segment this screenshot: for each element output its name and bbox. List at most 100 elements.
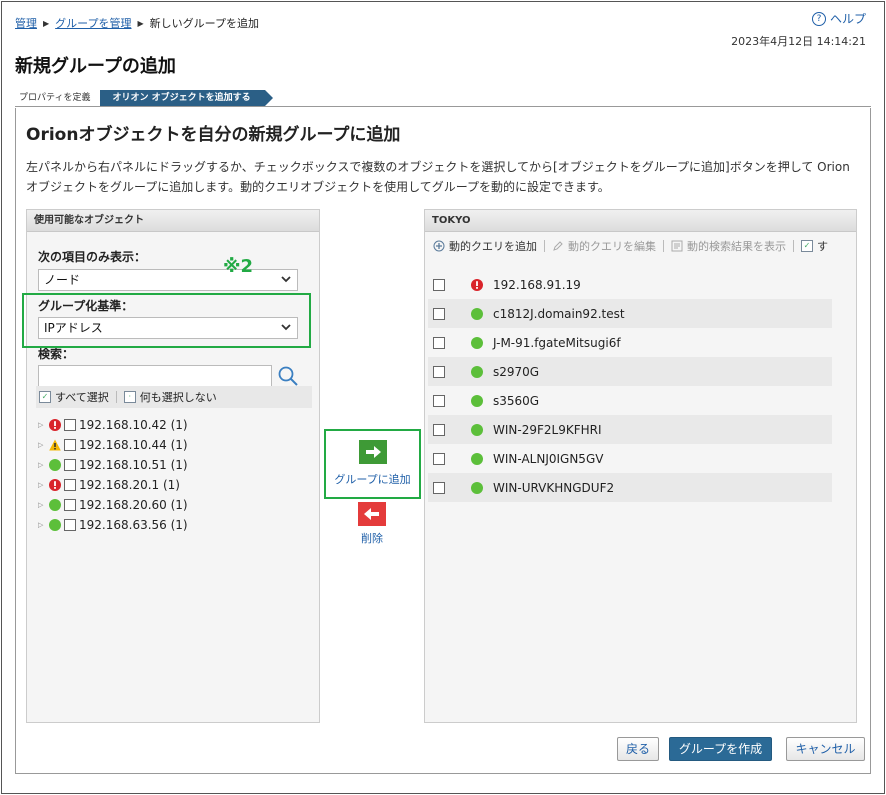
status-up-icon — [49, 499, 61, 511]
member-checkbox[interactable] — [433, 394, 445, 407]
group-member-list: 192.168.91.19 c1812J.domain92.test J-M-9… — [428, 270, 832, 502]
expand-arrow-icon[interactable]: ▷ — [38, 481, 46, 489]
wizard-steps: プロパティを定義 オリオン オブジェクトを追加する — [15, 90, 273, 106]
member-label: WIN-ALNJ0IGN5GV — [493, 451, 604, 466]
toolbar-divider — [793, 240, 794, 252]
delete-label: 削除 — [361, 532, 383, 545]
edit-dynamic-query-button[interactable]: 動的クエリを編集 — [568, 238, 656, 254]
tree-node-label: 192.168.10.44 (1) — [79, 438, 188, 452]
tree-checkbox[interactable] — [64, 479, 76, 491]
show-only-value: ノード — [44, 273, 81, 287]
list-item[interactable]: s2970G — [428, 357, 832, 386]
breadcrumb-admin-link[interactable]: 管理 — [15, 15, 37, 31]
create-group-button[interactable]: グループを作成 — [669, 737, 772, 761]
add-dynamic-query-button[interactable]: 動的クエリを追加 — [449, 238, 537, 254]
status-up-icon — [471, 423, 483, 436]
toolbar-divider — [115, 391, 117, 403]
member-checkbox[interactable] — [433, 278, 445, 291]
status-error-icon — [49, 419, 61, 431]
tree-node[interactable]: ▷ 192.168.20.60 (1) — [38, 495, 308, 515]
show-only-select[interactable]: ノード — [38, 269, 298, 291]
expand-arrow-icon[interactable]: ▷ — [38, 521, 46, 529]
member-label: s3560G — [493, 393, 540, 408]
available-objects-panel: 使用可能なオブジェクト 次の項目のみ表示： ノード グループ化基準： IPアドレ… — [26, 209, 320, 723]
member-checkbox[interactable] — [433, 423, 445, 436]
toolbar-divider — [544, 240, 545, 252]
member-label: WIN-29F2L9KFHRI — [493, 422, 602, 437]
add-to-group-button[interactable]: グループに追加 — [324, 429, 421, 499]
toolbar-truncated-item[interactable]: す — [817, 238, 828, 254]
section-title: Orionオブジェクトを自分の新規グループに追加 — [26, 125, 401, 145]
expand-arrow-icon[interactable]: ▷ — [38, 501, 46, 509]
tree-checkbox[interactable] — [64, 459, 76, 471]
back-button[interactable]: 戻る — [617, 737, 659, 761]
tree-node-label: 192.168.20.1 (1) — [79, 478, 180, 492]
help-link[interactable]: ? ヘルプ — [811, 10, 866, 27]
tree-node[interactable]: ▷ 192.168.10.42 (1) — [38, 415, 308, 435]
pencil-icon — [553, 241, 563, 251]
help-label: ヘルプ — [829, 12, 866, 26]
status-up-icon — [471, 452, 483, 465]
add-to-group-label: グループに追加 — [334, 473, 411, 486]
tree-checkbox[interactable] — [64, 519, 76, 531]
dynamic-query-toolbar: 動的クエリを追加 動的クエリを編集 動的検索結果を表示 ✓ す — [425, 232, 856, 260]
search-input[interactable] — [38, 365, 272, 387]
list-item[interactable]: J-M-91.fgateMitsugi6f — [428, 328, 832, 357]
selection-toolbar: ✓ すべて選択 · 何も選択しない — [36, 386, 312, 408]
member-checkbox[interactable] — [433, 452, 445, 465]
list-item[interactable]: c1812J.domain92.test — [428, 299, 832, 328]
tree-node-label: 192.168.10.51 (1) — [79, 458, 188, 472]
tree-checkbox[interactable] — [64, 499, 76, 511]
list-item[interactable]: WIN-ALNJ0IGN5GV — [428, 444, 832, 473]
select-none-link[interactable]: 何も選択しない — [140, 389, 217, 405]
member-checkbox[interactable] — [433, 481, 445, 494]
tree-node-label: 192.168.10.42 (1) — [79, 418, 188, 432]
tree-node[interactable]: ▷ 192.168.10.51 (1) — [38, 455, 308, 475]
status-up-icon — [471, 307, 483, 320]
tree-node-label: 192.168.63.56 (1) — [79, 518, 188, 532]
breadcrumb: 管理 ▶ グループを管理 ▶ 新しいグループを追加 — [15, 15, 259, 31]
delete-button[interactable]: 削除 — [355, 502, 389, 548]
tree-node[interactable]: ▷ 192.168.20.1 (1) — [38, 475, 308, 495]
status-up-icon — [471, 365, 483, 378]
group-by-highlight — [22, 293, 311, 348]
tree-node[interactable]: ▷ 192.168.63.56 (1) — [38, 515, 308, 535]
status-up-icon — [49, 459, 61, 471]
cancel-button[interactable]: キャンセル — [786, 737, 865, 761]
select-none-icon: · — [123, 391, 136, 403]
group-name-header: TOKYO — [425, 210, 856, 232]
chevron-down-icon — [281, 276, 291, 283]
tree-checkbox[interactable] — [64, 439, 76, 451]
member-label: s2970G — [493, 364, 540, 379]
annotation-mark: ※2 — [223, 256, 254, 277]
expand-arrow-icon[interactable]: ▷ — [38, 461, 46, 469]
wizard-divider — [15, 106, 871, 107]
expand-arrow-icon[interactable]: ▷ — [38, 421, 46, 429]
list-item[interactable]: WIN-29F2L9KFHRI — [428, 415, 832, 444]
tree-node[interactable]: ▷ 192.168.10.44 (1) — [38, 435, 308, 455]
member-label: c1812J.domain92.test — [493, 306, 625, 321]
status-up-icon — [49, 519, 61, 531]
breadcrumb-separator-icon: ▶ — [137, 18, 144, 28]
list-item[interactable]: s3560G — [428, 386, 832, 415]
member-checkbox[interactable] — [433, 307, 445, 320]
show-dynamic-results-button[interactable]: 動的検索結果を表示 — [687, 238, 786, 254]
search-icon[interactable] — [277, 365, 299, 387]
help-icon: ? — [811, 11, 826, 26]
tree-checkbox[interactable] — [64, 419, 76, 431]
tree-node-label: 192.168.20.60 (1) — [79, 498, 188, 512]
expand-arrow-icon[interactable]: ▷ — [38, 441, 46, 449]
member-checkbox[interactable] — [433, 365, 445, 378]
plus-icon — [433, 240, 445, 252]
status-warning-icon — [49, 439, 61, 451]
select-all-link[interactable]: すべて選択 — [55, 389, 109, 405]
member-label: J-M-91.fgateMitsugi6f — [493, 335, 621, 350]
breadcrumb-manage-groups-link[interactable]: グループを管理 — [55, 15, 131, 31]
list-item[interactable]: WIN-URVKHNGDUF2 — [428, 473, 832, 502]
timestamp: 2023年4月12日 14:14:21 — [731, 35, 866, 48]
breadcrumb-separator-icon: ▶ — [43, 18, 50, 28]
member-checkbox[interactable] — [433, 336, 445, 349]
breadcrumb-current: 新しいグループを追加 — [149, 17, 259, 30]
available-objects-header: 使用可能なオブジェクト — [27, 210, 319, 232]
list-item[interactable]: 192.168.91.19 — [428, 270, 832, 299]
